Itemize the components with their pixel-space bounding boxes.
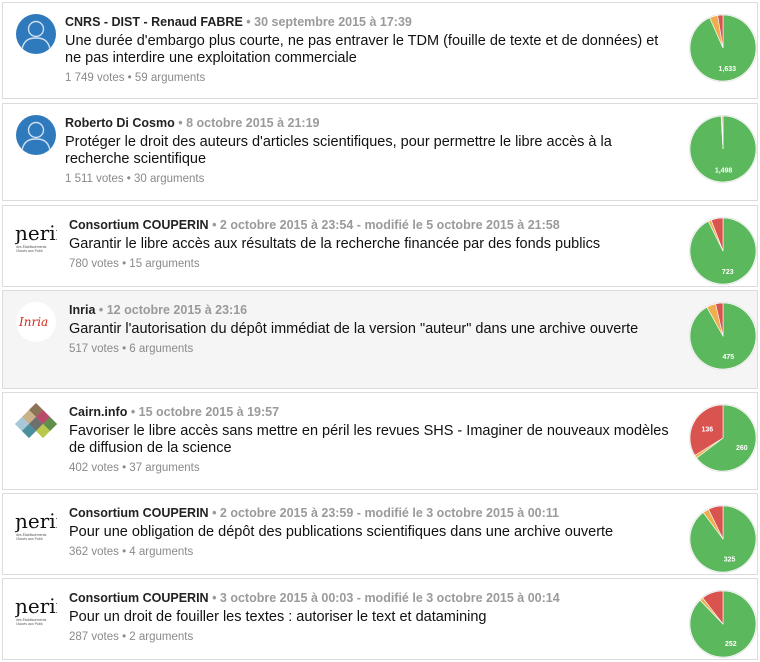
post-date: 30 septembre 2015 à 17:39 [254, 15, 412, 29]
opinion-card[interactable]: ɲerin des Établissements l'Accès aux Pub… [2, 578, 758, 660]
vote-count: 780 votes [69, 258, 119, 270]
svg-text:ɲerin: ɲerin [15, 221, 57, 245]
opinion-card[interactable]: Cairn.info • 15 octobre 2015 à 19:57 Fav… [2, 392, 758, 490]
svg-text:Inria: Inria [18, 315, 48, 329]
post-date: 12 octobre 2015 à 23:16 [106, 303, 248, 317]
vote-count: 362 votes [69, 546, 119, 558]
couperin-logo[interactable]: ɲerin des Établissements l'Accès aux Pub… [15, 504, 57, 546]
svg-text:l'Accès aux Publi.: l'Accès aux Publi. [16, 622, 43, 626]
inria-logo[interactable]: Inria [15, 301, 57, 343]
pie-label-pour: 475 [722, 354, 734, 361]
cairn-logo[interactable] [15, 403, 57, 445]
author-name[interactable]: Inria [69, 303, 95, 317]
argument-count: 59 arguments [134, 72, 206, 84]
argument-count: 15 arguments [129, 258, 200, 270]
post-date: 2 octobre 2015 à 23:54 - modifié le 5 oc… [219, 218, 560, 232]
opinion-card[interactable]: ɲerin des Établissements l'Accès aux Pub… [2, 205, 758, 287]
pie-label-pour: 325 [724, 556, 736, 563]
opinion-card[interactable]: CNRS - DIST - Renaud FABRE • 30 septembr… [2, 2, 758, 99]
vote-pie-chart: 252 [688, 589, 758, 659]
vote-pie-chart: 325 [688, 504, 758, 574]
argument-count: 6 arguments [129, 343, 194, 355]
post-date: 3 octobre 2015 à 00:03 - modifié le 3 oc… [219, 591, 560, 605]
svg-text:ɲerin: ɲerin [15, 509, 57, 533]
opinion-title[interactable]: Garantir le libre accès aux résultats de… [69, 236, 669, 253]
author-name[interactable]: Cairn.info [69, 405, 127, 419]
post-date: 2 octobre 2015 à 23:59 - modifié le 3 oc… [219, 506, 559, 520]
svg-text:l'Accès aux Publi.: l'Accès aux Publi. [16, 537, 43, 541]
vote-pie-chart: 1,633 [688, 13, 758, 83]
author-name[interactable]: CNRS - DIST - Renaud FABRE [65, 15, 243, 29]
vote-pie-chart: 475 [688, 301, 758, 371]
opinion-title[interactable]: Protéger le droit des auteurs d'articles… [65, 134, 665, 168]
opinion-title[interactable]: Une durée d'embargo plus courte, ne pas … [65, 33, 665, 67]
author-name[interactable]: Consortium COUPERIN [69, 218, 209, 232]
opinion-title[interactable]: Pour une obligation de dépôt des publica… [69, 524, 669, 541]
vote-count: 1 749 votes [65, 72, 125, 84]
vote-pie-chart: 723 [688, 216, 758, 286]
opinion-title[interactable]: Pour un droit de fouiller les textes : a… [69, 609, 669, 626]
pie-label-pour: 1,633 [719, 66, 737, 73]
vote-pie-chart: 260 136 [688, 403, 758, 473]
svg-text:ɲerin: ɲerin [15, 594, 57, 618]
opinion-card[interactable]: Roberto Di Cosmo • 8 octobre 2015 à 21:1… [2, 103, 758, 201]
user-silhouette-icon[interactable] [15, 114, 57, 156]
user-silhouette-icon[interactable] [15, 13, 57, 55]
author-name[interactable]: Consortium COUPERIN [69, 506, 209, 520]
pie-label-pour: 1,498 [715, 167, 733, 174]
argument-count: 4 arguments [129, 546, 194, 558]
vote-count: 517 votes [69, 343, 119, 355]
opinion-title[interactable]: Garantir l'autorisation du dépôt immédia… [69, 321, 669, 338]
author-name[interactable]: Consortium COUPERIN [69, 591, 209, 605]
pie-label-pour: 723 [722, 269, 734, 276]
vote-count: 287 votes [69, 631, 119, 643]
couperin-logo[interactable]: ɲerin des Établissements l'Accès aux Pub… [15, 216, 57, 258]
post-date: 15 octobre 2015 à 19:57 [138, 405, 280, 419]
author-name[interactable]: Roberto Di Cosmo [65, 116, 175, 130]
pie-label-pour: 252 [725, 641, 737, 648]
couperin-logo[interactable]: ɲerin des Établissements l'Accès aux Pub… [15, 589, 57, 631]
opinion-card[interactable]: Inria Inria • 12 octobre 2015 à 23:16 Ga… [2, 290, 758, 389]
argument-count: 37 arguments [129, 462, 200, 474]
argument-count: 2 arguments [129, 631, 194, 643]
vote-count: 402 votes [69, 462, 119, 474]
opinion-title[interactable]: Favoriser le libre accès sans mettre en … [69, 423, 669, 457]
argument-count: 30 arguments [134, 173, 205, 185]
pie-label-pour: 260 [736, 445, 748, 452]
vote-pie-chart: 1,498 [688, 114, 758, 184]
opinion-card[interactable]: ɲerin des Établissements l'Accès aux Pub… [2, 493, 758, 575]
post-date: 8 octobre 2015 à 21:19 [186, 116, 320, 130]
svg-text:l'Accès aux Publi.: l'Accès aux Publi. [16, 249, 43, 253]
vote-count: 1 511 votes [65, 173, 124, 185]
pie-label-contre: 136 [701, 427, 713, 434]
